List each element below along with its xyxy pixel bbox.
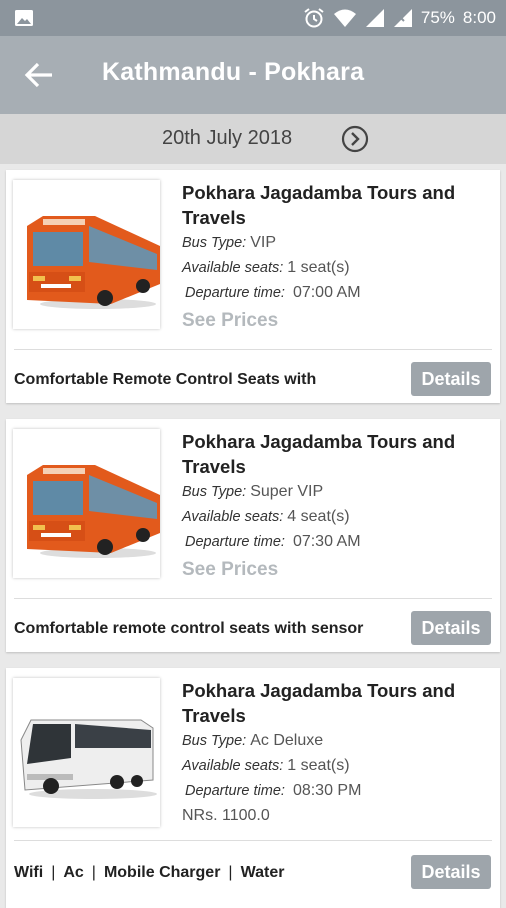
bus-type-value: Ac Deluxe [250, 732, 324, 749]
amenity-mobile-charger: Mobile Charger [103, 864, 221, 881]
bus-card[interactable]: Pokhara Jagadamba Tours and Travels Bus … [6, 170, 500, 403]
departure-time-value: 07:00 AM [292, 284, 361, 301]
available-seats-label: Available seats: [182, 509, 284, 525]
bus-image [13, 678, 160, 827]
app-bar: Kathmandu - Pokhara [0, 36, 506, 114]
divider [14, 349, 492, 350]
cell-signal-no-data-icon [393, 9, 412, 27]
divider [14, 840, 492, 841]
alarm-icon [304, 8, 324, 28]
bus-operator-name: Pokhara Jagadamba Tours and Travels [182, 680, 456, 726]
divider [14, 598, 492, 599]
date-bar: 20th July 2018 [0, 114, 506, 164]
bus-image [13, 429, 160, 578]
available-seats-label: Available seats: [182, 758, 284, 774]
status-bar: 75% 8:00 [0, 0, 506, 36]
amenity-ac: Ac [63, 864, 84, 881]
departure-time-label: Departure time: [185, 285, 285, 301]
departure-time-label: Departure time: [185, 534, 285, 550]
cell-signal-icon [365, 9, 384, 27]
see-prices-link[interactable]: See Prices [182, 559, 492, 581]
bus-description: Comfortable Remote Control Seats with [14, 371, 317, 388]
bus-type-label: Bus Type: [182, 484, 247, 500]
bus-type-label: Bus Type: [182, 235, 247, 251]
details-button[interactable]: Details [411, 362, 491, 396]
available-seats-value: 1 seat(s) [287, 757, 350, 774]
amenity-wifi: Wifi [14, 864, 44, 881]
fare-price: NRs. 1100.0 [182, 807, 270, 824]
bus-type-label: Bus Type: [182, 733, 247, 749]
amenities-list: Wifi | Ac | Mobile Charger | Water [14, 864, 285, 881]
details-button[interactable]: Details [411, 611, 491, 645]
travel-date: 20th July 2018 [162, 127, 293, 149]
bus-description: Comfortable remote control seats with se… [14, 620, 364, 637]
bus-type-value: Super VIP [250, 483, 324, 500]
amenity-water: Water [240, 864, 285, 881]
see-prices-link[interactable]: See Prices [182, 310, 492, 332]
bus-card[interactable]: Pokhara Jagadamba Tours and Travels Bus … [6, 419, 500, 652]
details-button[interactable]: Details [411, 855, 491, 889]
bus-operator-name: Pokhara Jagadamba Tours and Travels [182, 431, 456, 477]
bus-type-value: VIP [250, 234, 276, 251]
clock-time: 8:00 [462, 8, 496, 27]
departure-time-value: 08:30 PM [292, 782, 362, 799]
wifi-icon [333, 9, 356, 27]
departure-time-value: 07:30 AM [292, 533, 361, 550]
departure-time-label: Departure time: [185, 783, 285, 799]
back-arrow-icon[interactable] [24, 61, 54, 89]
battery-percentage: 75% [420, 8, 455, 27]
bus-card[interactable]: Pokhara Jagadamba Tours and Travels Bus … [6, 668, 500, 908]
page-title: Kathmandu - Pokhara [102, 58, 365, 86]
available-seats-label: Available seats: [182, 260, 284, 276]
bus-operator-name: Pokhara Jagadamba Tours and Travels [182, 182, 456, 228]
bus-image [13, 180, 160, 329]
available-seats-value: 4 seat(s) [287, 508, 350, 525]
image-notification-icon [15, 10, 33, 26]
available-seats-value: 1 seat(s) [287, 259, 350, 276]
next-date-icon[interactable] [341, 125, 369, 153]
